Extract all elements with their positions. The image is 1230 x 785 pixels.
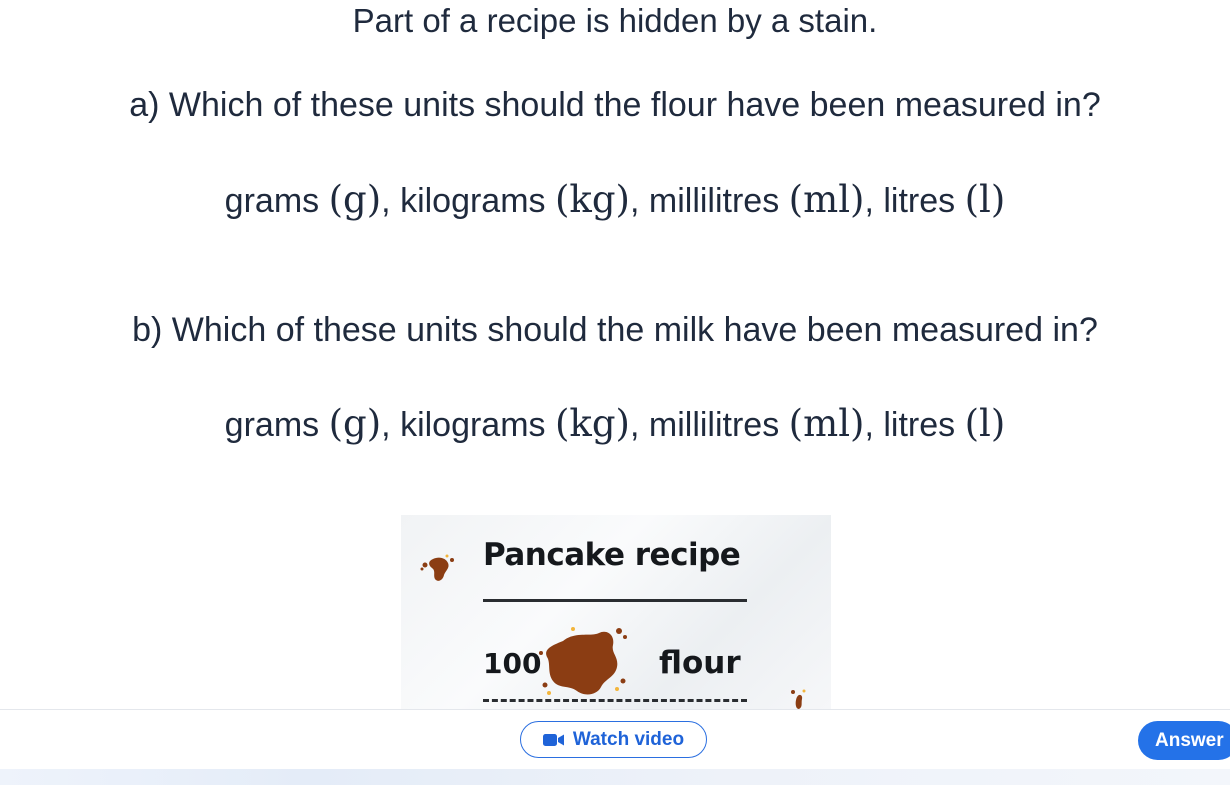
unit-options-a: grams (g), kilograms (kg), millilitres (…: [0, 178, 1230, 221]
recipe-card: Pancake recipe 100 flour: [401, 515, 831, 709]
intro-text: Part of a recipe is hidden by a stain.: [352, 2, 878, 39]
option-separator: ,: [381, 182, 401, 220]
option-separator: ,: [864, 406, 884, 444]
bottom-strip: [0, 769, 1230, 785]
drip-stain-icon: [791, 689, 806, 709]
worksheet-page: Part of a recipe is hidden by a stain. a…: [0, 0, 1230, 785]
action-bar: Watch video Answer: [0, 709, 1230, 770]
watch-video-label: Watch video: [572, 728, 685, 750]
question-b: b) Which of these units should the milk …: [132, 311, 1098, 349]
option-unit-grams: (g): [328, 402, 382, 445]
option-unit-litres: (l): [964, 402, 1006, 445]
option-unit-kilograms: (kg): [555, 178, 630, 221]
option-word-kilograms: kilograms: [400, 406, 555, 444]
title-underline: [483, 599, 747, 602]
option-separator: ,: [381, 406, 401, 444]
option-word-grams: grams: [224, 406, 329, 444]
question-a: a) Which of these units should the flour…: [129, 86, 1101, 124]
option-separator: ,: [629, 406, 649, 444]
option-unit-millilitres: (ml): [788, 402, 865, 445]
answer-label: Answer: [1155, 729, 1224, 751]
ink-stain-icon: [539, 627, 627, 695]
ingredient-name: flour: [659, 645, 741, 681]
option-word-litres: litres: [883, 406, 965, 444]
option-separator: ,: [864, 182, 884, 220]
option-unit-litres: (l): [964, 178, 1006, 221]
option-word-litres: litres: [883, 182, 965, 220]
answer-button[interactable]: Answer: [1138, 721, 1230, 760]
next-line-dashes: [483, 699, 747, 702]
option-unit-grams: (g): [328, 178, 382, 221]
option-word-kilograms: kilograms: [400, 182, 555, 220]
unit-options-b: grams (g), kilograms (kg), millilitres (…: [0, 402, 1230, 445]
option-unit-millilitres: (ml): [788, 178, 865, 221]
option-word-grams: grams: [224, 182, 329, 220]
watch-video-button[interactable]: Watch video: [520, 721, 707, 758]
recipe-title: Pancake recipe: [483, 537, 741, 573]
video-camera-icon: [542, 733, 565, 747]
option-unit-kilograms: (kg): [555, 402, 630, 445]
option-separator: ,: [629, 182, 649, 220]
option-word-millilitres: millilitres: [648, 182, 789, 220]
option-word-millilitres: millilitres: [648, 406, 789, 444]
question-content: Part of a recipe is hidden by a stain. a…: [0, 0, 1230, 709]
small-stain-icon: [420, 554, 454, 581]
